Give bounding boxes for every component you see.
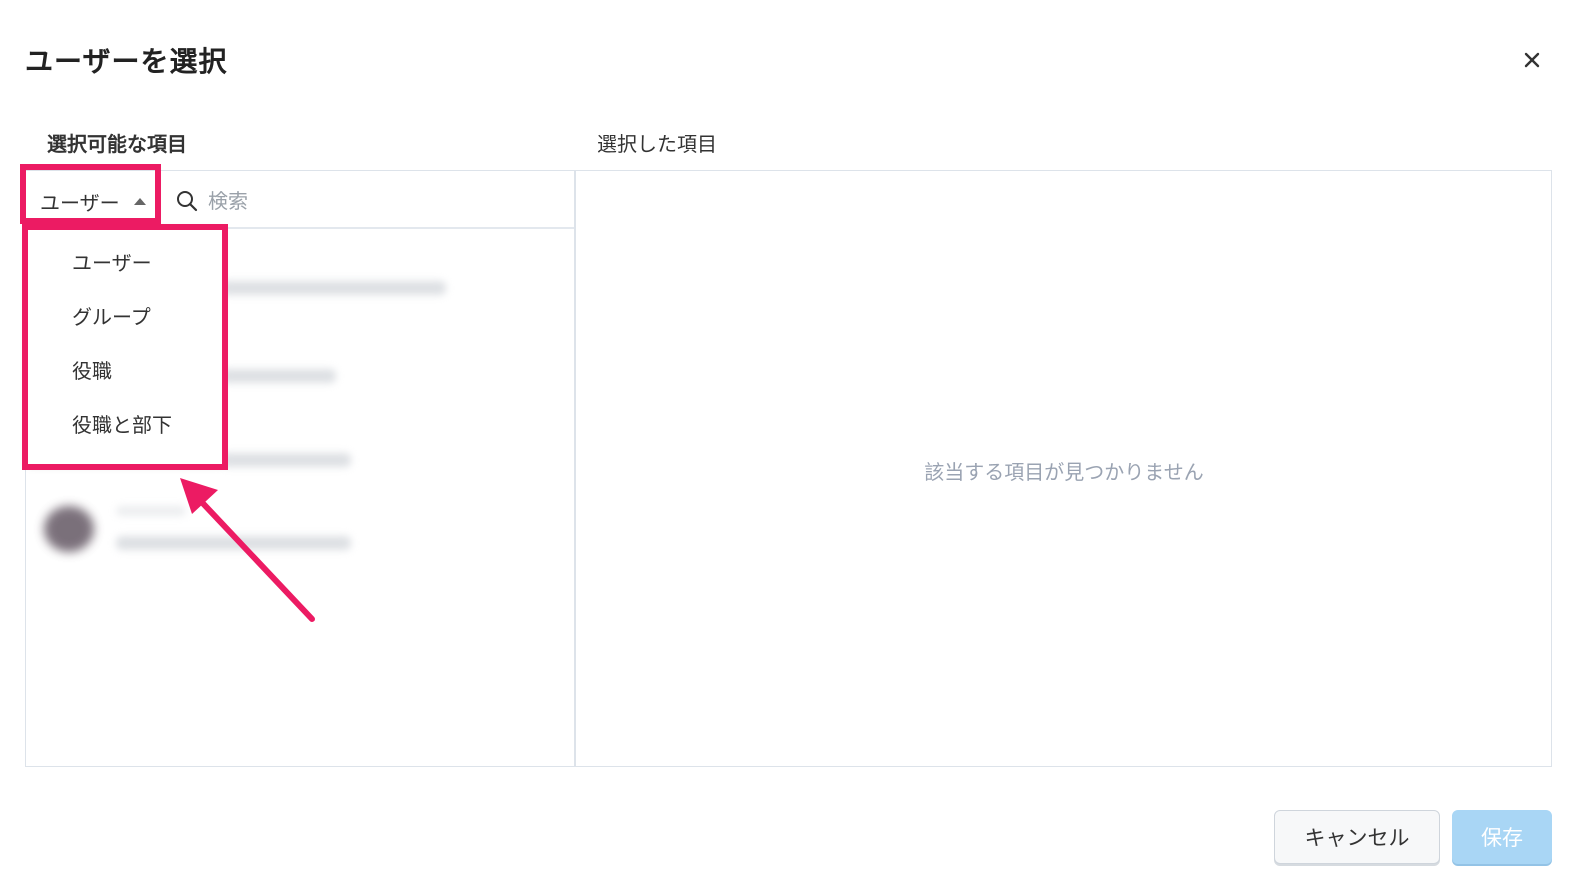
type-select[interactable]: ユーザー [40,185,146,217]
select-user-dialog: ユーザーを選択 選択可能な項目 選択した項目 ユーザー 検索 該当する項目が見つ… [0,0,1584,883]
blurred-row [221,369,336,383]
empty-message: 該当する項目が見つかりません [924,460,1204,484]
cancel-button[interactable]: キャンセル [1274,810,1440,864]
blurred-row [221,453,351,467]
type-select-value: ユーザー [40,190,120,215]
type-dropdown-menu: ユーザー グループ 役職 役職と部下 [28,228,222,464]
available-toolbar: ユーザー [26,171,574,229]
dropdown-option-position-and-subordinates[interactable]: 役職と部下 [28,398,222,452]
dropdown-option-position[interactable]: 役職 [28,344,222,398]
search-icon [177,191,198,212]
blurred-row [116,536,351,550]
dialog-title: ユーザーを選択 [25,45,228,78]
caret-up-icon [133,197,146,205]
selected-items-label: 選択した項目 [597,132,717,156]
close-icon [1524,52,1540,68]
dropdown-option-group[interactable]: グループ [28,290,222,344]
avatar [44,506,94,552]
blurred-row [116,506,186,516]
dropdown-option-user[interactable]: ユーザー [28,236,222,290]
selected-items-panel: 該当する項目が見つかりません [574,170,1552,767]
available-items-label: 選択可能な項目 [47,132,187,156]
search-input[interactable] [208,189,528,213]
blurred-row [221,281,446,295]
search-box [176,185,556,217]
close-button[interactable] [1516,44,1548,76]
save-button[interactable]: 保存 [1452,810,1552,864]
